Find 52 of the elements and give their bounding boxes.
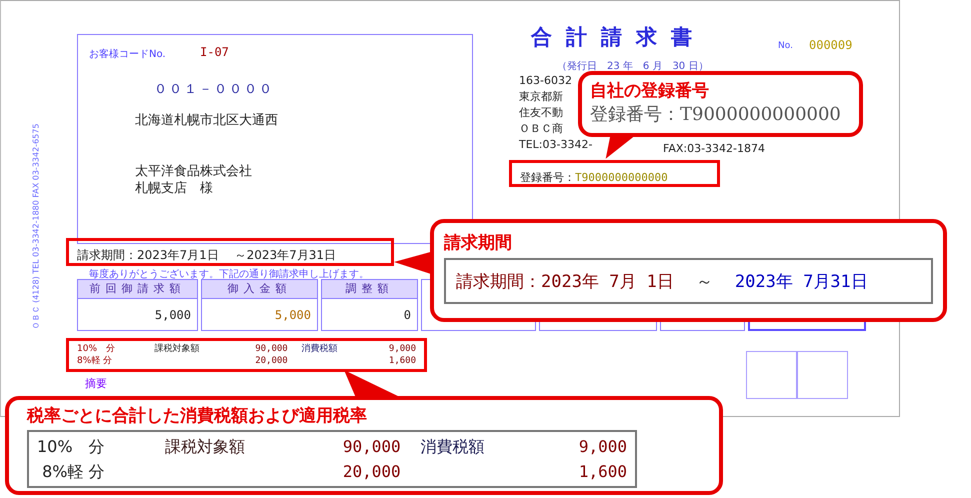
stamp-cell [797,351,848,399]
stamp-cell [746,351,797,399]
taxable-amount: 90,000 [254,343,288,355]
customer-company: 太平洋食品株式会社 [135,163,252,180]
tax-rate: 8%軽 分 [41,461,106,483]
postal-code: ００１－００００ [154,81,274,98]
billing-period: 請求期間：2023年7月1日 ～2023年7月31日 [77,248,336,262]
tax-amount: 9,000 [388,343,416,355]
tax-amount: 1,600 [578,461,628,483]
tax-label: 消費税額 [420,437,485,456]
column-header: 調整額 [322,280,417,299]
invoice-number: 000009 [809,38,852,52]
period-separator: ～ [696,270,713,292]
table-cell-text: 0 [402,308,412,324]
issue-date: （発行日 23 年 6 月 30 日） [557,60,708,73]
callout-title: 請求期間 [444,232,513,254]
taxable-amount: 20,000 [254,355,288,367]
tax-rate: 8%軽 分 [77,355,114,367]
column-header: 前回御請求額 [78,280,197,299]
registration-number: 登録番号：T9000000000000 [520,171,668,184]
callout-text: 登録番号：T9000000000000 [590,103,842,126]
sender-line: 東京都新 [519,89,564,105]
tax-rate: 10% 分 [37,436,106,458]
callout-title: 税率ごとに合計した消費税額および適用税率 [27,405,368,427]
period-start: 請求期間：2023年 7月 1日 [456,270,674,292]
customer-branch: 札幌支店 様 [135,180,213,197]
document-title: 合計請求書 [531,24,706,51]
table-cell-text: 5,000 [154,308,192,324]
sender-line: 163-6032 [519,73,573,89]
taxable-amount: 90,000 [342,436,401,458]
tax-amount: 9,000 [578,436,628,458]
tax-amount: 1,600 [388,355,416,367]
side-text: ＯＢＣ (4128) TEL 03-3342-1880 FAX 03-3342-6575 [30,122,42,332]
customer-code: I-07 [200,45,229,59]
table-cell-text: 5,000 [274,308,312,324]
taxable-label: 課税対象額 [154,344,200,354]
tax-rate: 10% 分 [77,343,116,355]
customer-code-label: お客様コードNo. [89,48,166,61]
memo-label: 摘要 [85,376,107,391]
number-label: No. [778,41,793,51]
period-end: 2023年 7月31日 [734,270,868,292]
taxable-amount: 20,000 [342,461,401,483]
taxable-label: 課税対象額 [164,437,245,456]
sender-line: 住友不動 [519,105,564,121]
sender-line: ＯＢＣ商 [519,121,564,137]
customer-address: 北海道札幌市北区大通西 [135,112,278,129]
callout-title: 自社の登録番号 [590,80,710,102]
tax-label: 消費税額 [302,344,338,354]
column-header: 御入金額 [202,280,317,299]
sender-line: TEL:03-3342- [519,137,592,153]
greeting-text: 毎度ありがとうございます。下記の通り御請求申し上げます。 [89,268,369,281]
sender-fax: FAX:03-3342-1874 [663,141,766,157]
